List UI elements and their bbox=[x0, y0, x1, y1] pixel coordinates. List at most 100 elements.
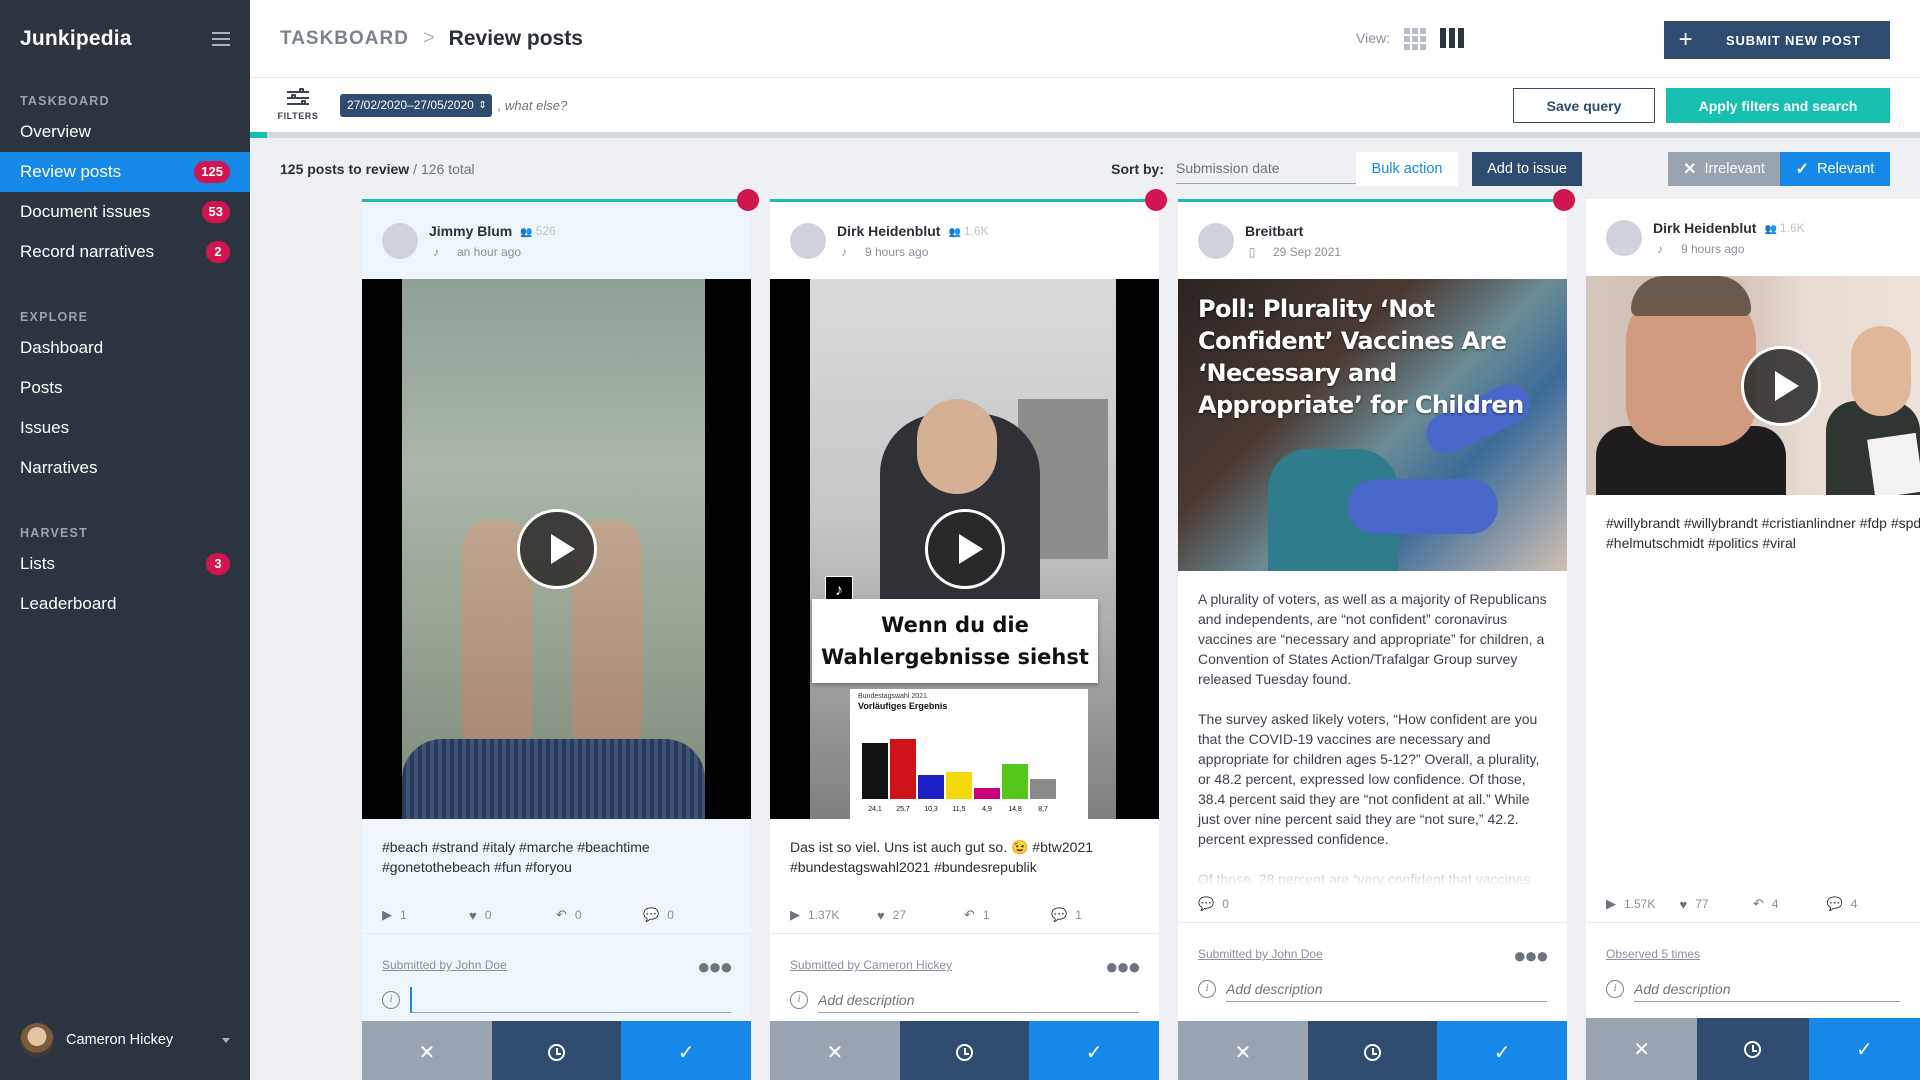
sidebar-item-posts[interactable]: Posts bbox=[0, 368, 250, 408]
more-options-icon[interactable]: ●●● bbox=[1513, 945, 1549, 967]
post-card[interactable]: Breitbart ▯ 29 Sep 2021 Poll: Plurality ‘… bbox=[1178, 199, 1567, 1080]
mark-relevant-button[interactable]: ✓ bbox=[1437, 1021, 1567, 1080]
play-count: 1.57K bbox=[1624, 897, 1656, 911]
post-header: Dirk Heidenblut 👥 1.6K ♪ 9 hours ago bbox=[770, 202, 1159, 279]
result-bar bbox=[1002, 764, 1028, 799]
check-icon: ✓ bbox=[1493, 1041, 1511, 1064]
sidebar-item-overview[interactable]: Overview bbox=[0, 112, 250, 152]
sidebar-item-record-narratives[interactable]: Record narratives 2 bbox=[0, 232, 250, 272]
video-thumbnail[interactable] bbox=[1586, 276, 1920, 495]
sidebar-item-document-issues[interactable]: Document issues 53 bbox=[0, 192, 250, 232]
review-actions: ✕ ✓ bbox=[770, 1021, 1159, 1080]
snooze-button[interactable] bbox=[491, 1021, 622, 1080]
share-count: 0 bbox=[574, 908, 582, 922]
review-progress-bar bbox=[250, 132, 1920, 138]
mark-irrelevant-button[interactable]: ✕ bbox=[770, 1021, 900, 1080]
post-footer: Submitted by Cameron Hickey ●●● bbox=[770, 933, 1159, 978]
selected-indicator[interactable] bbox=[1553, 189, 1575, 211]
play-count-icon: ▶ bbox=[382, 907, 392, 922]
submitted-by-link[interactable]: Submitted by John Doe bbox=[382, 958, 507, 972]
play-icon[interactable] bbox=[516, 509, 597, 589]
post-stats: ▶ 1 ♥ 0 ↶ 0 💬 0 bbox=[362, 897, 751, 933]
user-name: Cameron Hickey bbox=[66, 1032, 174, 1048]
mark-relevant-button[interactable]: ✓ bbox=[621, 1021, 751, 1080]
description-input[interactable] bbox=[1226, 976, 1547, 1002]
result-value: 11,5 bbox=[952, 806, 966, 813]
sidebar-item-issues[interactable]: Issues bbox=[0, 408, 250, 448]
add-to-issue-button[interactable]: Add to issue bbox=[1472, 152, 1582, 186]
posts-total-count: / 126 total bbox=[413, 161, 475, 177]
article-image[interactable]: Poll: Plurality ‘Not Confident’ Vaccines… bbox=[1178, 279, 1567, 571]
post-card[interactable]: Dirk Heidenblut 👥 1.6K ♪ 9 hours ago ♪ Wenn… bbox=[770, 199, 1159, 1080]
breadcrumb-root[interactable]: TASKBOARD bbox=[280, 28, 409, 50]
submitted-by-link[interactable]: Submitted by John Doe bbox=[1198, 947, 1323, 961]
play-count-icon: ▶ bbox=[1606, 896, 1616, 911]
more-options-icon[interactable]: ●●● bbox=[1105, 956, 1141, 978]
grid-view-icon[interactable] bbox=[1404, 28, 1426, 50]
sidebar-item-leaderboard[interactable]: Leaderboard bbox=[0, 584, 250, 624]
close-icon: ✕ bbox=[418, 1041, 436, 1064]
nav-section-title: HARVEST bbox=[20, 526, 88, 540]
save-query-button[interactable]: Save query bbox=[1513, 88, 1655, 123]
bulk-action-button[interactable]: Bulk action bbox=[1356, 152, 1458, 186]
people-icon: 👥 bbox=[520, 226, 533, 238]
author-name[interactable]: Dirk Heidenblut bbox=[1653, 220, 1756, 236]
video-caption: Wenn du die Wahlergebnisse siehst bbox=[812, 599, 1098, 683]
search-input[interactable] bbox=[497, 97, 798, 113]
author-name[interactable]: Dirk Heidenblut bbox=[837, 223, 940, 239]
author-name[interactable]: Jimmy Blum bbox=[429, 223, 512, 239]
play-icon[interactable] bbox=[924, 509, 1005, 589]
share-icon: ↶ bbox=[556, 907, 567, 922]
clock-icon bbox=[548, 1043, 565, 1061]
user-menu[interactable]: Cameron Hickey bbox=[0, 1020, 250, 1060]
article-body: A plurality of voters, as well as a majo… bbox=[1178, 571, 1567, 886]
snooze-button[interactable] bbox=[899, 1021, 1030, 1080]
video-thumbnail[interactable]: ♪ Wenn du die Wahlergebnisse siehst Bund… bbox=[770, 279, 1159, 819]
description-input[interactable] bbox=[818, 987, 1139, 1013]
post-card[interactable]: Dirk Heidenblut 👥 1.6K ♪ 9 hours ago #willy… bbox=[1586, 199, 1920, 1080]
result-value: 24,1 bbox=[868, 806, 882, 813]
description-input[interactable] bbox=[1634, 976, 1900, 1002]
post-time: 9 hours ago bbox=[865, 244, 929, 259]
selected-indicator[interactable] bbox=[1145, 189, 1167, 211]
result-bar bbox=[974, 788, 1000, 799]
description-input[interactable] bbox=[410, 987, 731, 1013]
mark-irrelevant-button[interactable]: ✕ bbox=[1586, 1018, 1698, 1080]
mark-relevant-button[interactable]: ✓ bbox=[1808, 1018, 1920, 1080]
mark-irrelevant-button[interactable]: ✕ bbox=[362, 1021, 492, 1080]
sidebar-item-review-posts[interactable]: Review posts 125 bbox=[0, 152, 250, 192]
snooze-button[interactable] bbox=[1697, 1018, 1809, 1080]
brand-logo[interactable]: Junkipedia bbox=[20, 27, 132, 51]
video-thumbnail[interactable] bbox=[362, 279, 751, 819]
selected-indicator[interactable] bbox=[737, 189, 759, 211]
relevant-button[interactable]: ✓ Relevant bbox=[1780, 152, 1890, 186]
sidebar-item-dashboard[interactable]: Dashboard bbox=[0, 328, 250, 368]
mark-relevant-button[interactable]: ✓ bbox=[1029, 1021, 1159, 1080]
brand-row: Junkipedia bbox=[0, 0, 250, 78]
info-icon: i bbox=[1198, 980, 1216, 998]
menu-icon[interactable] bbox=[212, 32, 230, 46]
filters-button[interactable]: FILTERS bbox=[277, 88, 318, 121]
author-name[interactable]: Breitbart bbox=[1245, 223, 1303, 239]
apply-filters-button[interactable]: Apply filters and search bbox=[1666, 88, 1890, 123]
irrelevant-button[interactable]: ✕ Irrelevant bbox=[1668, 152, 1780, 186]
sidebar-item-narratives[interactable]: Narratives bbox=[0, 448, 250, 488]
play-icon[interactable] bbox=[1741, 345, 1821, 426]
sort-select[interactable]: Submission date bbox=[1176, 154, 1372, 184]
article-paragraph: A plurality of voters, as well as a majo… bbox=[1198, 591, 1547, 687]
sidebar-item-lists[interactable]: Lists 3 bbox=[0, 544, 250, 584]
check-icon: ✓ bbox=[1085, 1041, 1103, 1064]
chevron-down-icon[interactable] bbox=[222, 1037, 230, 1043]
document-icon: ▯ bbox=[1248, 244, 1256, 259]
submit-new-post-button[interactable]: + SUBMIT NEW POST bbox=[1664, 21, 1890, 59]
post-card[interactable]: Jimmy Blum 👥 526 ♪ an hour ago #beach #stra… bbox=[362, 199, 751, 1080]
share-icon: ↶ bbox=[964, 907, 975, 922]
more-options-icon[interactable]: ●●● bbox=[697, 956, 733, 978]
snooze-button[interactable] bbox=[1307, 1021, 1438, 1080]
date-range-select[interactable]: 27/02/2020–27/05/2020 bbox=[340, 93, 492, 117]
submitted-by-link[interactable]: Submitted by Cameron Hickey bbox=[790, 958, 952, 972]
mark-irrelevant-button[interactable]: ✕ bbox=[1178, 1021, 1308, 1080]
column-view-icon[interactable] bbox=[1440, 28, 1464, 48]
observed-count-link[interactable]: Observed 5 times bbox=[1606, 947, 1700, 961]
article-paragraph: Of those, 28 percent are “very confident… bbox=[1198, 871, 1531, 886]
